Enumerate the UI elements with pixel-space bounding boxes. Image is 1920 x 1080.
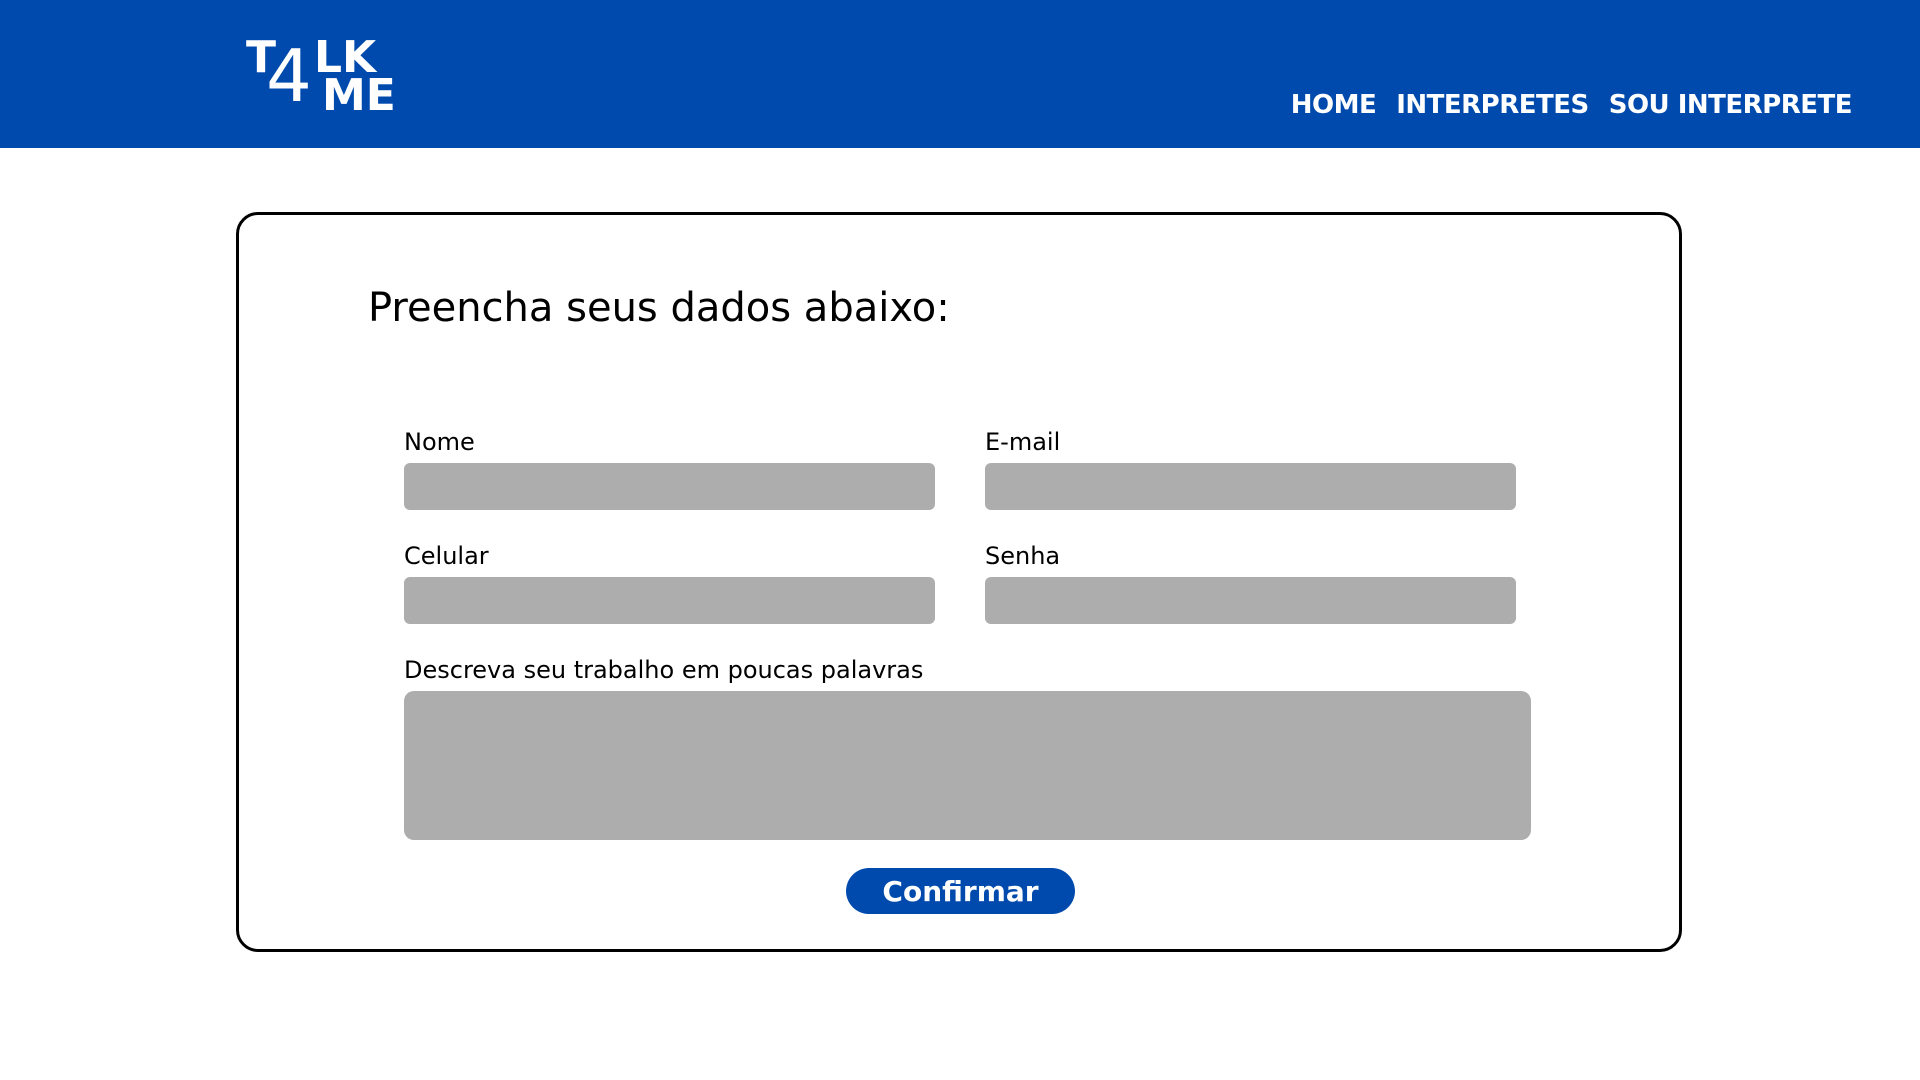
descricao-label: Descreva seu trabalho em poucas palavras — [404, 656, 924, 684]
celular-label: Celular — [404, 542, 489, 570]
logo-digit-4: 4 — [266, 34, 312, 118]
nav-link-home[interactable]: HOME — [1291, 90, 1377, 120]
nav-link-sou-interprete[interactable]: SOU INTERPRETE — [1609, 90, 1853, 120]
logo-letters-me: ME — [322, 70, 396, 121]
email-input[interactable] — [985, 463, 1516, 510]
top-navbar: T 4 LK ME HOME INTERPRETES SOU INTERPRET… — [0, 0, 1920, 148]
confirm-button[interactable]: Confirmar — [846, 868, 1075, 914]
form-title: Preencha seus dados abaixo: — [368, 285, 950, 331]
celular-input[interactable] — [404, 577, 935, 624]
descricao-textarea[interactable] — [404, 691, 1531, 840]
nome-label: Nome — [404, 428, 475, 456]
senha-input[interactable] — [985, 577, 1516, 624]
nome-input[interactable] — [404, 463, 935, 510]
senha-label: Senha — [985, 542, 1061, 570]
nav-link-interpretes[interactable]: INTERPRETES — [1396, 90, 1589, 120]
talk4me-logo[interactable]: T 4 LK ME — [246, 34, 396, 118]
email-label: E-mail — [985, 428, 1061, 456]
main-nav: HOME INTERPRETES SOU INTERPRETE — [1291, 90, 1853, 120]
